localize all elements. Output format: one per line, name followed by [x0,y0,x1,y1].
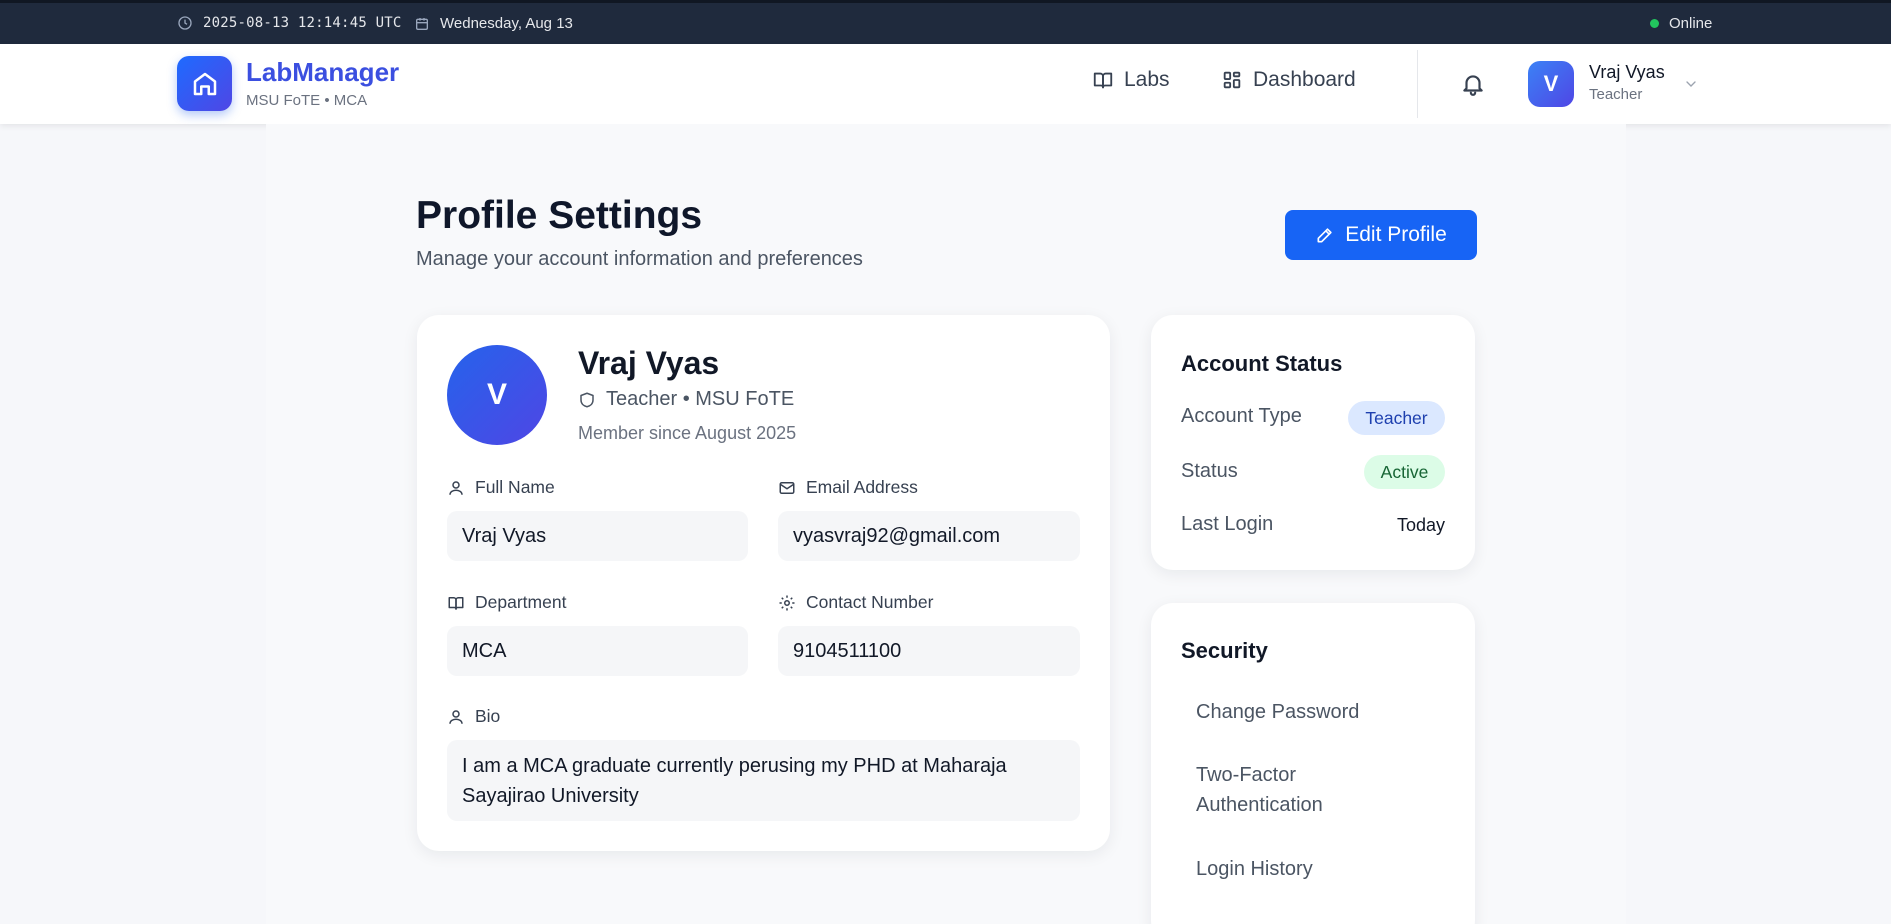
online-status: Online [1650,15,1712,32]
edit-profile-button[interactable]: Edit Profile [1285,210,1477,260]
current-date: Wednesday, Aug 13 [414,15,573,32]
user-avatar[interactable]: V [1528,61,1574,107]
security-title: Security [1181,638,1268,663]
bio-label: Bio [447,706,500,727]
account-status-title: Account Status [1181,351,1343,376]
page-title: Profile Settings [416,194,703,237]
header-divider [1417,50,1418,118]
grid-icon [1223,71,1241,89]
last-login-value: Today [1396,515,1445,535]
email-field[interactable]: vyasvraj92@gmail.com [778,511,1080,561]
date-text: Wednesday, Aug 13 [440,15,573,32]
calendar-icon [416,17,428,30]
gear-icon [779,595,795,610]
contact-label-text: Contact Number [806,592,934,612]
department-label-text: Department [475,592,567,612]
edit-profile-label: Edit Profile [1345,223,1447,246]
utc-clock: 2025-08-13 12:14:45 UTC [177,15,401,31]
profile-name: Vraj Vyas [578,345,720,381]
bio-field[interactable]: I am a MCA graduate currently perusing m… [447,740,1080,821]
status-label: Status [1181,460,1238,482]
last-login-label: Last Login [1181,513,1274,535]
nav-labs[interactable]: Labs [1092,68,1170,92]
top-status-bar: 2025-08-13 12:14:45 UTC Wednesday, Aug 1… [0,0,1891,44]
status-badge: Active [1364,455,1445,489]
pencil-icon [1317,228,1332,243]
shield-icon [580,392,594,407]
online-status-text: Online [1669,15,1713,32]
two-factor-link[interactable]: Two-Factor Authentication [1196,760,1416,820]
open-book-icon [1093,72,1113,89]
home-logo-button[interactable] [177,56,232,111]
email-label: Email Address [778,477,918,498]
nav-dashboard-label: Dashboard [1253,68,1356,91]
profile-avatar: V [447,345,547,445]
profile-card: V Vraj Vyas Teacher • MSU FoTE Member si… [417,315,1110,851]
nav-dashboard[interactable]: Dashboard [1221,68,1356,92]
online-dot-icon [1650,19,1659,28]
change-password-link[interactable]: Change Password [1196,697,1359,727]
bio-label-text: Bio [475,706,501,726]
contact-field[interactable]: 9104511100 [778,626,1080,676]
department-field[interactable]: MCA [447,626,748,676]
account-type-label: Account Type [1181,405,1302,427]
bell-icon[interactable] [1460,70,1486,98]
nav-labs-label: Labs [1124,68,1170,91]
email-label-text: Email Address [806,477,918,497]
member-since: Member since August 2025 [578,423,797,443]
book-icon [448,596,464,610]
department-label: Department [447,592,566,613]
user-icon [449,709,463,724]
clock-icon [178,16,192,30]
profile-role-text: Teacher • MSU FoTE [606,388,795,410]
full-name-field[interactable]: Vraj Vyas [447,511,748,561]
full-name-label-text: Full Name [475,477,555,497]
brand-name[interactable]: LabManager [246,57,399,88]
security-card: Security Change Password Two-Factor Auth… [1151,603,1475,924]
user-icon [449,480,463,495]
login-history-link[interactable]: Login History [1196,854,1313,884]
chevron-down-icon[interactable] [1683,76,1699,92]
full-name-label: Full Name [447,477,555,498]
account-status-card: Account Status Account Type Teacher Stat… [1151,315,1475,570]
home-icon [193,72,216,95]
page-subtitle: Manage your account information and pref… [416,248,863,270]
account-type-badge: Teacher [1348,401,1445,435]
contact-label: Contact Number [778,592,933,613]
app-header: LabManager MSU FoTE • MCA Labs Dashboard… [0,44,1891,124]
user-name[interactable]: Vraj Vyas [1589,62,1665,83]
brand-subtitle: MSU FoTE • MCA [246,92,368,109]
utc-datetime: 2025-08-13 12:14:45 UTC [203,15,402,31]
mail-icon [779,481,795,494]
profile-role: Teacher • MSU FoTE [578,388,794,411]
user-role: Teacher [1589,86,1643,103]
